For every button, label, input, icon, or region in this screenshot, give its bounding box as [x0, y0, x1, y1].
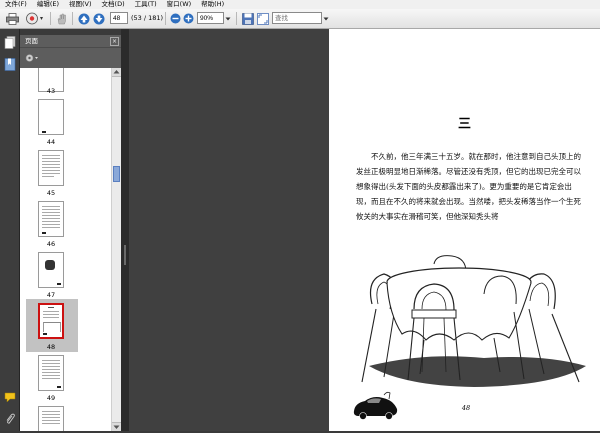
- panel-splitter[interactable]: [121, 29, 129, 431]
- zoom-in-icon: [183, 13, 193, 24]
- close-icon[interactable]: ×: [110, 37, 119, 46]
- page-number: 48: [461, 404, 471, 412]
- zoom-out-button[interactable]: [169, 12, 181, 25]
- zoom-dropdown-button[interactable]: [224, 12, 232, 25]
- thumbnail-page-44[interactable]: [38, 99, 64, 135]
- zoom-in-button[interactable]: [182, 12, 194, 25]
- thumbnail-page-50[interactable]: [38, 406, 64, 431]
- scroll-thumb[interactable]: [113, 166, 120, 182]
- toolbar: (53 / 181): [0, 9, 600, 29]
- thumbnail-page-46[interactable]: [38, 201, 64, 237]
- save-button[interactable]: [241, 12, 254, 25]
- menu-file[interactable]: 文件(F): [0, 0, 32, 9]
- thumbnail-label: 44: [46, 138, 56, 146]
- paragraph: 不久前，他三年满三十五岁。就在那时，他注意到自己头顶上的发丝正极明显地日渐稀落。…: [356, 152, 581, 221]
- thumbnail-label: 46: [46, 240, 56, 248]
- arrow-up-icon: [78, 13, 89, 24]
- paperclip-icon: [6, 413, 15, 424]
- panel-header: 页面 ×: [20, 35, 121, 47]
- menu-view[interactable]: 视图(V): [64, 0, 97, 9]
- search-input[interactable]: [272, 12, 322, 24]
- chevron-down-icon: [113, 425, 120, 429]
- thumbnail-page-45[interactable]: [38, 150, 64, 186]
- document-viewer-background: [129, 29, 329, 431]
- zoom-level-input[interactable]: [197, 12, 224, 24]
- thumbnail-page-48[interactable]: [38, 303, 64, 339]
- thumbnail-label: 43: [46, 87, 56, 95]
- page-thumbnails: 43 44 45 46 47 48 49: [20, 68, 121, 431]
- chevron-down-icon: [225, 17, 231, 20]
- panel-title: 页面: [25, 37, 38, 45]
- panel-options-bar: [20, 47, 121, 68]
- chevron-up-icon: [113, 70, 120, 74]
- options-button[interactable]: [25, 53, 39, 63]
- email-button[interactable]: [24, 12, 46, 25]
- scroll-up-button[interactable]: [112, 68, 121, 77]
- navigation-strip: [0, 29, 20, 431]
- search-dropdown-button[interactable]: [322, 12, 330, 25]
- save-icon: [241, 12, 254, 25]
- menu-edit[interactable]: 编辑(E): [32, 0, 64, 9]
- thumbnail-label: 49: [46, 394, 56, 402]
- next-page-button[interactable]: [92, 12, 105, 25]
- splitter-grip[interactable]: [124, 245, 126, 265]
- page-number-input[interactable]: [110, 12, 128, 24]
- thumbnail-page-47[interactable]: [38, 252, 64, 288]
- menu-document[interactable]: 文档(D): [97, 0, 130, 9]
- chevron-down-icon: [323, 17, 329, 20]
- thumbnail-label: 47: [46, 291, 56, 299]
- printer-icon: [5, 12, 19, 25]
- arrow-down-icon: [93, 13, 104, 24]
- thumbnail-page-49[interactable]: [38, 355, 64, 391]
- comment-icon: [4, 392, 16, 403]
- bookmarks-panel-button[interactable]: [4, 58, 16, 71]
- thumbnail-label: 45: [46, 189, 56, 197]
- comments-panel-button[interactable]: [4, 391, 16, 403]
- scroll-down-button[interactable]: [112, 422, 121, 431]
- fit-page-icon: [256, 12, 269, 25]
- fit-page-button[interactable]: [256, 12, 269, 25]
- pages-panel-button[interactable]: [4, 36, 16, 49]
- previous-page-button[interactable]: [77, 12, 90, 25]
- gear-icon: [25, 54, 38, 62]
- pages-icon: [4, 36, 16, 49]
- print-button[interactable]: [5, 12, 19, 25]
- car-illustration: [353, 391, 398, 420]
- page-body-text: 不久前，他三年满三十五岁。就在那时，他注意到自己头顶上的发丝正极明显地日渐稀落。…: [356, 149, 584, 224]
- attachments-panel-button[interactable]: [4, 413, 16, 425]
- bookmark-icon: [4, 58, 16, 71]
- document-page: 三 不久前，他三年满三十五岁。就在那时，他注意到自己头顶上的发丝正极明显地日渐稀…: [329, 29, 600, 431]
- menu-window[interactable]: 窗口(W): [162, 0, 197, 9]
- table-chairs-illustration: [361, 255, 586, 387]
- menu-help[interactable]: 帮助(H): [196, 0, 229, 9]
- thumbnail-scrollbar[interactable]: [111, 68, 121, 431]
- hand-tool-icon: [57, 13, 66, 24]
- zoom-out-icon: [170, 13, 180, 24]
- chapter-heading: 三: [457, 117, 471, 132]
- hand-tool-button[interactable]: [55, 12, 68, 25]
- menu-tools[interactable]: 工具(T): [130, 0, 162, 9]
- menu-bar: 文件(F) 编辑(E) 视图(V) 文档(D) 工具(T) 窗口(W) 帮助(H…: [0, 0, 600, 9]
- email-icon: [26, 12, 43, 25]
- thumbnail-label: 48: [46, 343, 56, 351]
- page-count-label: (53 / 181): [131, 14, 164, 22]
